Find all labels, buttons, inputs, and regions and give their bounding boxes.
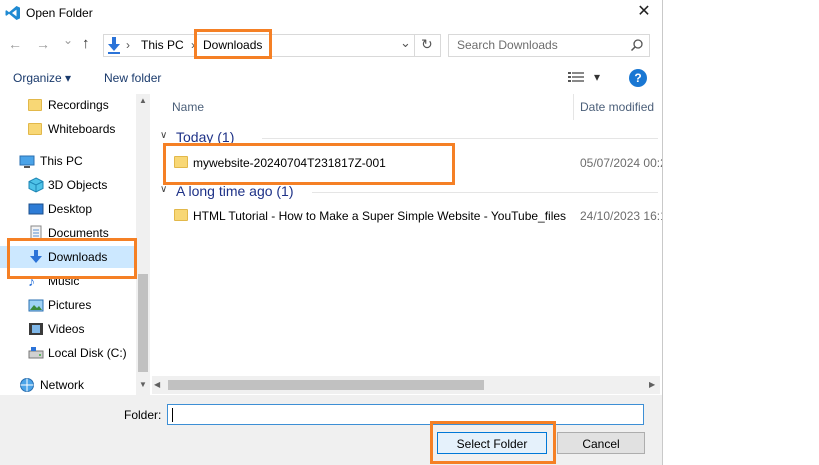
sidebar-item-label: Pictures [48, 298, 92, 312]
sidebar-item-local-disk[interactable]: Local Disk (C:) [0, 342, 136, 364]
sidebar-item-label: Recordings [48, 98, 109, 112]
new-folder-button[interactable]: New folder [104, 71, 161, 85]
back-arrow-icon[interactable]: ← [8, 36, 22, 52]
file-list-horizontal-scrollbar[interactable]: ◀ ▶ [152, 376, 660, 394]
dialog-footer: Folder: Select Folder Cancel [0, 395, 662, 465]
column-header-name[interactable]: Name [172, 100, 204, 114]
scroll-left-icon[interactable]: ◀ [154, 380, 160, 389]
address-refresh-divider [414, 35, 415, 56]
file-row[interactable]: HTML Tutorial - How to Make a Super Simp… [172, 205, 663, 227]
sidebar-item-3d-objects[interactable]: 3D Objects [0, 174, 136, 196]
address-dropdown-icon[interactable]: ⌄ [400, 35, 411, 51]
search-box[interactable]: Search Downloads [448, 34, 650, 57]
file-list: Name Date modified ∨ Today (1) mywebsite… [152, 94, 663, 376]
breadcrumb-this-pc[interactable]: This PC [141, 38, 184, 52]
sidebar-item-label: Local Disk (C:) [48, 346, 127, 360]
open-folder-dialog: Open Folder ✕ ← → ⌄ ↑ › This PC › Downlo… [0, 0, 663, 465]
downloads-location-icon [106, 36, 122, 54]
refresh-icon[interactable]: ↻ [421, 36, 433, 53]
scrollbar-thumb[interactable] [168, 380, 484, 390]
group-header-long-ago[interactable]: A long time ago (1) [176, 183, 294, 199]
highlight-select-folder-button [430, 421, 556, 464]
network-icon [19, 377, 35, 393]
close-icon[interactable]: ✕ [634, 2, 654, 22]
help-icon[interactable]: ? [629, 69, 647, 87]
videos-icon [28, 321, 44, 337]
sidebar-item-label: Whiteboards [48, 122, 116, 136]
computer-icon [19, 153, 35, 169]
sidebar-item-label: Desktop [48, 202, 93, 216]
sidebar-item-this-pc[interactable]: This PC [0, 150, 136, 172]
group-separator [262, 138, 658, 139]
sidebar-item-pictures[interactable]: Pictures [0, 294, 136, 316]
text-cursor [172, 408, 173, 422]
folder-icon [28, 97, 44, 113]
scroll-down-icon[interactable]: ▼ [139, 380, 147, 389]
recent-locations-icon[interactable]: ⌄ [63, 33, 73, 47]
file-date: 24/10/2023 16:1 [580, 209, 663, 223]
file-date: 05/07/2024 00:2 [580, 156, 663, 170]
organize-menu[interactable]: Organize ▾ [13, 71, 71, 85]
folder-label: Folder: [124, 408, 162, 422]
breadcrumb-separator: › [126, 38, 130, 52]
window-title: Open Folder [26, 6, 93, 20]
sidebar-item-label: This PC [40, 154, 83, 168]
search-input[interactable]: Search Downloads [457, 38, 558, 52]
search-icon [630, 38, 644, 52]
view-options-icon[interactable] [568, 71, 584, 83]
highlight-downloads-breadcrumb [194, 29, 272, 59]
group-collapse-icon[interactable]: ∨ [160, 130, 167, 141]
file-name: HTML Tutorial - How to Make a Super Simp… [193, 209, 567, 223]
sidebar-item-network[interactable]: Network [0, 374, 136, 396]
sidebar-item-videos[interactable]: Videos [0, 318, 136, 340]
highlight-mywebsite-folder [163, 143, 455, 185]
view-dropdown-icon[interactable]: ▾ [594, 70, 600, 84]
scroll-right-icon[interactable]: ▶ [649, 380, 655, 389]
group-collapse-icon[interactable]: ∨ [160, 184, 167, 195]
cube-icon [28, 177, 44, 193]
drive-icon [28, 345, 44, 361]
column-divider [573, 94, 574, 120]
vscode-logo-icon [5, 5, 21, 21]
title-bar: Open Folder ✕ [0, 0, 662, 26]
up-arrow-icon[interactable]: ↑ [82, 35, 90, 52]
command-toolbar: Organize ▾ New folder ▾ ? [0, 63, 662, 93]
column-header-date[interactable]: Date modified [580, 100, 654, 114]
sidebar-item-label: Videos [48, 322, 85, 336]
sidebar-item-recordings[interactable]: Recordings [0, 94, 136, 116]
scroll-up-icon[interactable]: ▲ [139, 96, 147, 105]
sidebar-item-label: 3D Objects [48, 178, 108, 192]
sidebar-item-whiteboards[interactable]: Whiteboards [0, 118, 136, 140]
sidebar-item-label: Network [40, 378, 85, 392]
sidebar-item-desktop[interactable]: Desktop [0, 198, 136, 220]
cancel-button[interactable]: Cancel [557, 432, 645, 454]
address-bar[interactable]: › This PC › Downloads ⌄ ↻ [103, 34, 441, 57]
folder-icon [174, 209, 188, 221]
navigation-pane-scrollbar[interactable]: ▲ ▼ [136, 94, 150, 395]
scrollbar-thumb[interactable] [138, 274, 148, 372]
forward-arrow-icon[interactable]: → [36, 36, 50, 52]
folder-icon [28, 121, 44, 137]
group-separator [312, 192, 658, 193]
highlight-downloads-sidebar [7, 238, 137, 279]
pictures-icon [28, 297, 44, 313]
folder-input[interactable] [167, 404, 644, 425]
desktop-icon [28, 201, 44, 217]
